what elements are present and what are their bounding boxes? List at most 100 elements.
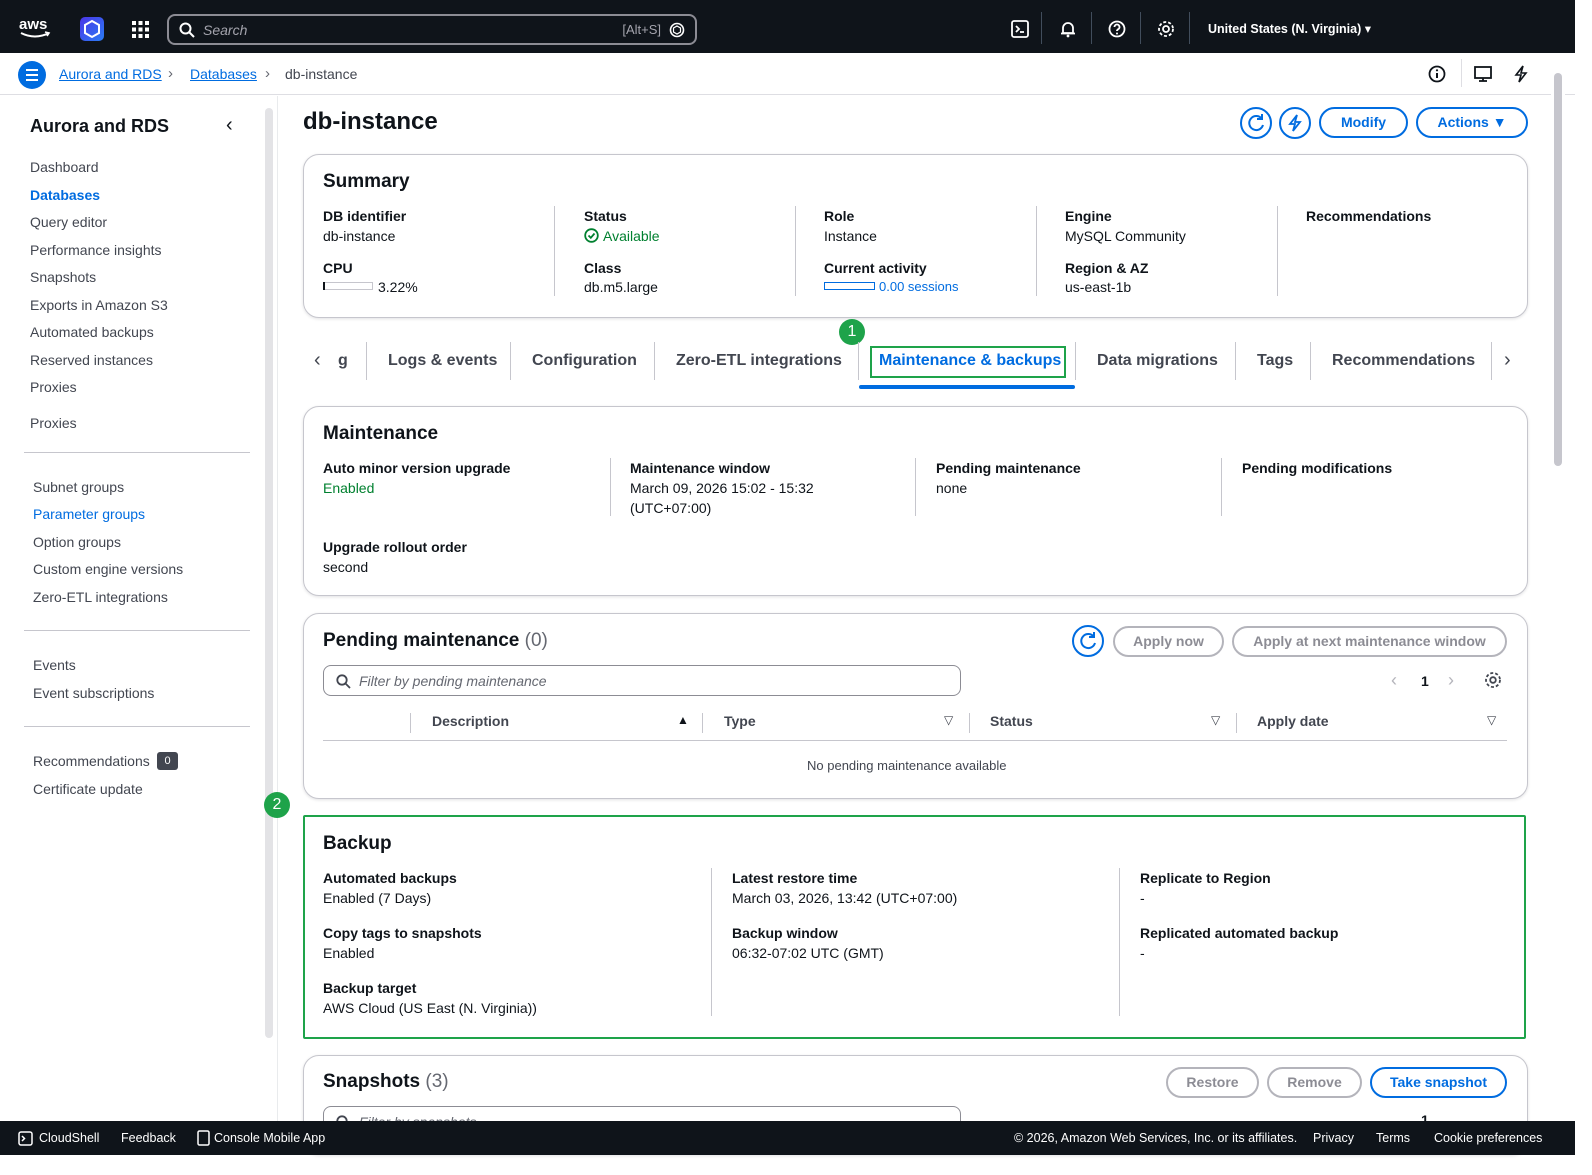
- apply-next-window-button[interactable]: Apply at next maintenance window: [1232, 626, 1507, 657]
- pending-refresh-button[interactable]: [1072, 625, 1104, 657]
- sidebar-item-subnet-groups[interactable]: Subnet groups: [33, 479, 124, 495]
- remove-button[interactable]: Remove: [1267, 1067, 1362, 1098]
- sidebar-item-snapshots[interactable]: Snapshots: [30, 269, 96, 285]
- sidebar-scrollbar[interactable]: [265, 108, 273, 1038]
- tab-divider: [1310, 342, 1311, 380]
- lightning-icon[interactable]: [1512, 65, 1530, 83]
- footer-terms-link[interactable]: Terms: [1376, 1131, 1410, 1145]
- engine-value: MySQL Community: [1065, 228, 1186, 244]
- db-identifier-label: DB identifier: [323, 208, 407, 224]
- latest-restore-value: March 03, 2026, 13:42 (UTC+07:00): [732, 890, 958, 906]
- sidebar-item-dashboard[interactable]: Dashboard: [30, 159, 99, 175]
- menu-toggle-button[interactable]: [18, 61, 46, 89]
- apply-now-button[interactable]: Apply now: [1113, 626, 1224, 657]
- caret-down-icon: ▼: [1492, 114, 1507, 130]
- breadcrumb-aurora-rds[interactable]: Aurora and RDS: [59, 66, 162, 82]
- tabs-scroll-left-icon[interactable]: ‹: [314, 349, 321, 372]
- tab-partial[interactable]: g: [338, 352, 348, 370]
- sidebar-item-custom-engine-versions[interactable]: Custom engine versions: [33, 561, 183, 577]
- tab-configuration[interactable]: Configuration: [532, 352, 637, 370]
- region-selector[interactable]: United States (N. Virginia) ▾: [1208, 21, 1371, 36]
- search-input[interactable]: Search [Alt+S]: [167, 14, 697, 45]
- cloudshell-icon[interactable]: [18, 1131, 33, 1146]
- tab-recommendations[interactable]: Recommendations: [1332, 352, 1475, 370]
- sidebar-item-performance-insights[interactable]: Performance insights: [30, 242, 162, 258]
- sidebar-item-parameter-groups[interactable]: Parameter groups: [33, 506, 145, 522]
- footer-cloudshell-link[interactable]: CloudShell: [39, 1131, 99, 1145]
- lightning-button[interactable]: [1279, 107, 1311, 139]
- breadcrumb-databases[interactable]: Databases: [190, 66, 257, 82]
- sidebar-item-reserved-instances[interactable]: Reserved instances: [30, 352, 153, 368]
- sidebar-item-recommendations[interactable]: Recommendations: [33, 753, 150, 769]
- pagination-prev-icon[interactable]: ‹: [1391, 670, 1397, 691]
- footer-privacy-link[interactable]: Privacy: [1313, 1131, 1354, 1145]
- sidebar-item-proxies[interactable]: Proxies: [30, 379, 77, 395]
- sidebar-item-certificate-update[interactable]: Certificate update: [33, 781, 143, 797]
- keyboard-shortcut-icon: [669, 22, 685, 38]
- column-header-type[interactable]: Type: [724, 713, 756, 729]
- sort-ascending-icon[interactable]: ▲: [677, 713, 689, 727]
- column-divider: [711, 868, 712, 1016]
- sidebar-item-event-subscriptions[interactable]: Event subscriptions: [33, 685, 154, 701]
- footer-feedback-link[interactable]: Feedback: [121, 1131, 176, 1145]
- notifications-bell-icon[interactable]: [1059, 20, 1077, 38]
- actions-button[interactable]: Actions ▼: [1416, 107, 1528, 138]
- cpu-meter: [323, 282, 373, 290]
- column-header-apply-date[interactable]: Apply date: [1257, 713, 1329, 729]
- modify-button[interactable]: Modify: [1319, 107, 1408, 138]
- services-grid-icon[interactable]: [132, 21, 149, 38]
- take-snapshot-button[interactable]: Take snapshot: [1370, 1067, 1507, 1098]
- tab-divider: [1235, 342, 1236, 380]
- sidebar-item-automated-backups[interactable]: Automated backups: [30, 324, 154, 340]
- pagination-next-icon[interactable]: ›: [1448, 670, 1454, 691]
- sort-descending-icon[interactable]: ▽: [1487, 713, 1496, 727]
- column-divider: [702, 713, 703, 733]
- footer-mobile-app-link[interactable]: Console Mobile App: [214, 1131, 325, 1145]
- page-scrollbar[interactable]: [1551, 53, 1565, 1121]
- aws-logo-icon[interactable]: aws: [18, 14, 52, 40]
- sidebar-item-exports-s3[interactable]: Exports in Amazon S3: [30, 297, 168, 313]
- tab-divider: [1491, 342, 1492, 380]
- screen-feedback-icon[interactable]: [1474, 65, 1492, 83]
- sidebar-item-option-groups[interactable]: Option groups: [33, 534, 121, 550]
- backup-target-value: AWS Cloud (US East (N. Virginia)): [323, 1000, 537, 1016]
- sidebar-item-zero-etl[interactable]: Zero-ETL integrations: [33, 589, 168, 605]
- page-scrollbar-thumb[interactable]: [1554, 73, 1562, 466]
- lightning-icon: [1288, 114, 1302, 132]
- table-header-divider: [323, 740, 1507, 741]
- column-divider: [410, 713, 411, 733]
- sidebar-item-proxies-2[interactable]: Proxies: [30, 415, 77, 431]
- rds-service-icon[interactable]: [80, 17, 104, 41]
- tab-logs-events[interactable]: Logs & events: [388, 352, 497, 370]
- cloudshell-icon[interactable]: [1011, 20, 1029, 38]
- tab-maintenance-backups[interactable]: Maintenance & backups: [879, 352, 1061, 370]
- step-marker-1: 1: [839, 319, 865, 345]
- sidebar-item-query-editor[interactable]: Query editor: [30, 214, 107, 230]
- column-header-description[interactable]: Description: [432, 713, 509, 729]
- sidebar-item-events[interactable]: Events: [33, 657, 76, 673]
- sort-descending-icon[interactable]: ▽: [944, 713, 953, 727]
- restore-button[interactable]: Restore: [1166, 1067, 1259, 1098]
- pagination-page[interactable]: 1: [1421, 673, 1429, 689]
- pending-filter-input[interactable]: Filter by pending maintenance: [323, 665, 961, 696]
- mobile-app-icon[interactable]: [197, 1130, 210, 1146]
- help-icon[interactable]: [1108, 20, 1126, 38]
- sidebar-item-databases[interactable]: Databases: [30, 187, 100, 203]
- current-activity-link[interactable]: 0.00 sessions: [879, 279, 959, 294]
- tab-tags[interactable]: Tags: [1257, 352, 1293, 370]
- tab-data-migrations[interactable]: Data migrations: [1097, 352, 1218, 370]
- pending-filter-placeholder: Filter by pending maintenance: [359, 673, 547, 689]
- activity-meter: [824, 282, 875, 290]
- tabs-scroll-right-icon[interactable]: ›: [1504, 349, 1511, 372]
- info-icon[interactable]: [1428, 65, 1446, 83]
- pending-modifications-label: Pending modifications: [1242, 460, 1393, 476]
- footer-cookie-preferences-link[interactable]: Cookie preferences: [1434, 1131, 1542, 1145]
- preferences-gear-icon[interactable]: [1484, 671, 1502, 689]
- chevron-left-icon[interactable]: ‹: [226, 114, 233, 137]
- settings-gear-icon[interactable]: [1157, 20, 1175, 38]
- column-divider: [610, 458, 611, 516]
- sort-descending-icon[interactable]: ▽: [1211, 713, 1220, 727]
- refresh-button[interactable]: [1240, 107, 1272, 139]
- tab-zero-etl[interactable]: Zero-ETL integrations: [676, 352, 842, 370]
- column-header-status[interactable]: Status: [990, 713, 1033, 729]
